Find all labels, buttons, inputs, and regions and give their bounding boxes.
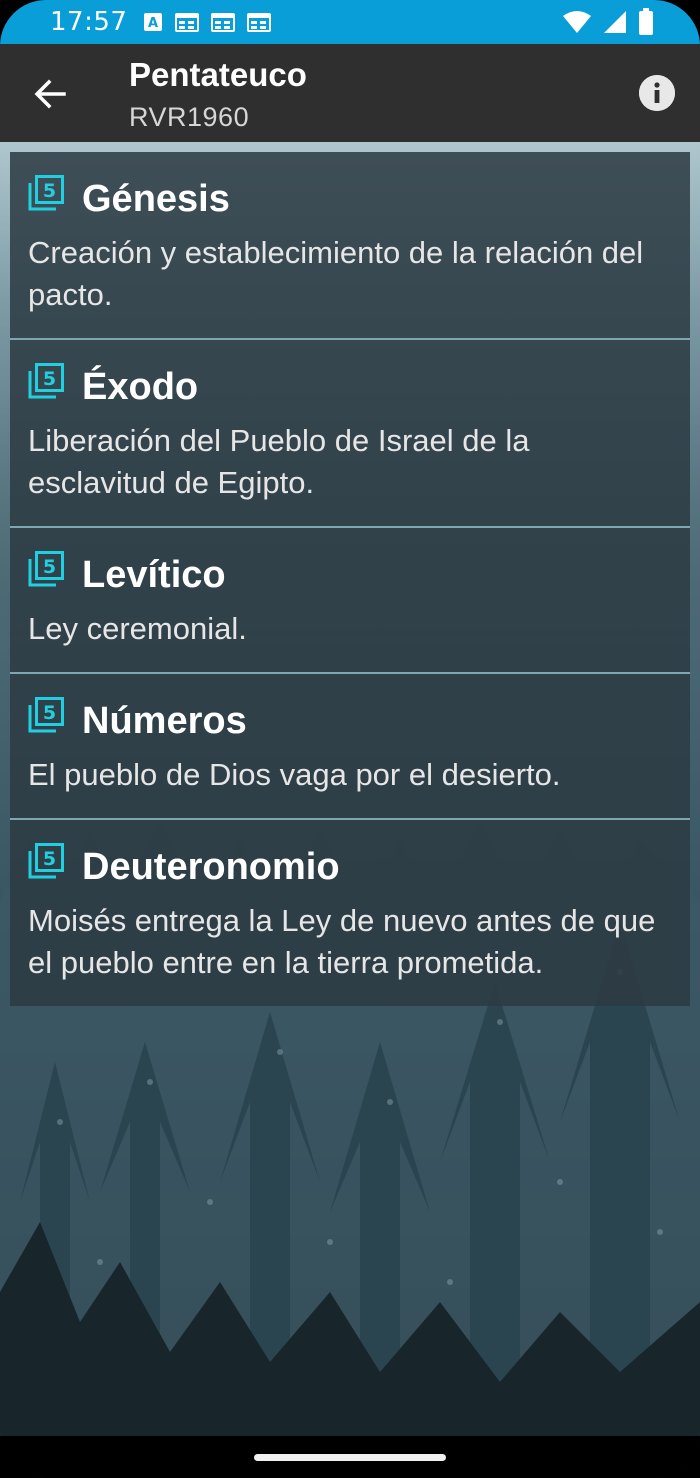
calendar-icon <box>175 12 200 32</box>
battery-icon <box>638 8 654 41</box>
book-name: Génesis <box>82 177 230 220</box>
svg-text:5: 5 <box>43 556 56 578</box>
book-item-levitico[interactable]: 5 Levítico Ley ceremonial. <box>10 528 690 674</box>
book-description: El pueblo de Dios vaga por el desierto. <box>28 757 561 792</box>
book-name: Deuteronomio <box>82 845 340 888</box>
svg-text:5: 5 <box>43 180 56 202</box>
bible-version-label: RVR1960 <box>129 102 250 132</box>
wifi-icon <box>562 10 592 39</box>
book-description: Liberación del Pueblo de Israel de la es… <box>28 423 530 500</box>
svg-text:5: 5 <box>43 848 56 870</box>
status-bar: 17:57 A <box>0 0 700 44</box>
book-list: 5 Génesis Creación y establecimiento de … <box>10 152 690 1006</box>
book-description: Creación y establecimiento de la relació… <box>28 235 644 312</box>
book-name: Levítico <box>82 553 226 596</box>
book-item-numeros[interactable]: 5 Números El pueblo de Dios vaga por el … <box>10 674 690 820</box>
book-description: Moisés entrega la Ley de nuevo antes de … <box>28 903 656 980</box>
back-button[interactable] <box>28 72 72 116</box>
status-notification-icons: A <box>143 12 272 32</box>
arrow-back-icon <box>34 79 66 109</box>
book-name: Números <box>82 699 247 742</box>
book-stack-icon: 5 <box>28 175 64 211</box>
book-stack-icon: 5 <box>28 363 64 399</box>
book-description: Ley ceremonial. <box>28 611 247 646</box>
book-item-deuteronomio[interactable]: 5 Deuteronomio Moisés entrega la Ley de … <box>10 820 690 1006</box>
phone-screen: 17:57 A Pentateuco RVR1960 5 Génesis Cre… <box>0 0 700 1478</box>
book-item-genesis[interactable]: 5 Génesis Creación y establecimiento de … <box>10 152 690 340</box>
info-icon <box>639 75 675 111</box>
svg-text:A: A <box>148 16 158 31</box>
book-name: Éxodo <box>82 365 199 408</box>
info-button[interactable] <box>639 75 675 111</box>
status-system-icons <box>562 8 654 41</box>
svg-text:5: 5 <box>43 368 56 390</box>
book-stack-icon: 5 <box>28 843 64 879</box>
book-stack-icon: 5 <box>28 697 64 733</box>
book-item-exodo[interactable]: 5 Éxodo Liberación del Pueblo de Israel … <box>10 340 690 528</box>
page-title: Pentateuco <box>129 56 307 93</box>
status-time: 17:57 <box>50 7 128 37</box>
app-bar: Pentateuco RVR1960 <box>0 44 700 142</box>
home-gesture-handle[interactable] <box>254 1454 446 1461</box>
calendar-icon <box>211 12 236 32</box>
signal-icon <box>602 9 628 40</box>
calendar-icon <box>247 12 272 32</box>
book-stack-icon: 5 <box>28 551 64 587</box>
system-navigation-bar <box>0 1436 700 1478</box>
svg-text:5: 5 <box>43 702 56 724</box>
a-notification-icon: A <box>143 12 163 32</box>
